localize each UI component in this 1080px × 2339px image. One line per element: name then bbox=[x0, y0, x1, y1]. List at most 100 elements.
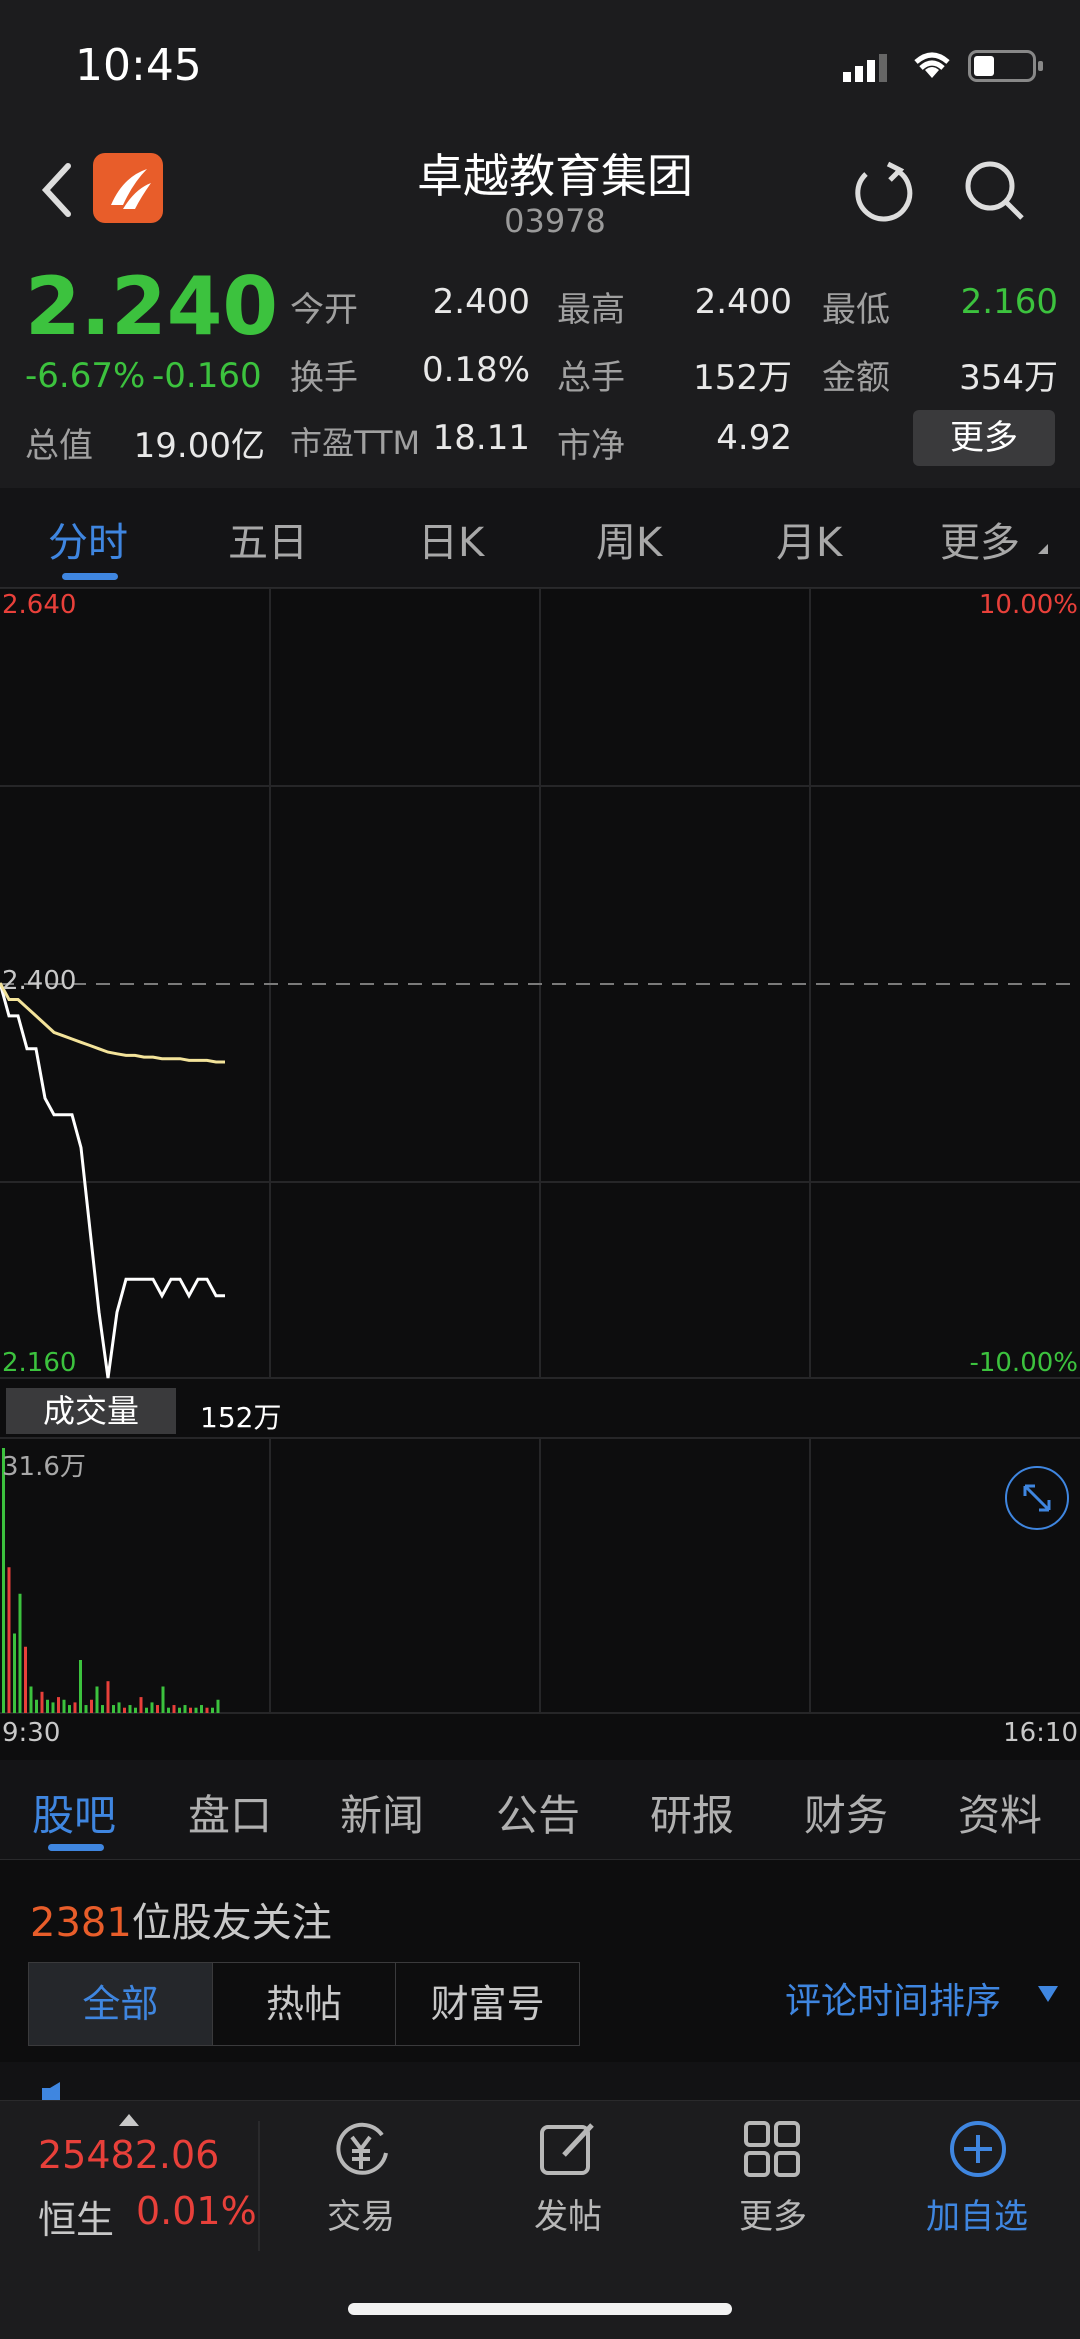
high-label: 最高 bbox=[557, 290, 625, 330]
tab-daily-k[interactable]: 日K bbox=[418, 510, 484, 568]
tab-announcements[interactable]: 公告 bbox=[496, 1782, 580, 1843]
volume-bar bbox=[205, 1707, 209, 1713]
volume-bar bbox=[161, 1686, 165, 1713]
volume-bar bbox=[211, 1707, 214, 1713]
y-tick-high: 2.640 bbox=[2, 590, 77, 620]
filter-tabs: 全部 热帖 财富号 bbox=[28, 1962, 580, 2046]
subtab-active-indicator bbox=[48, 1844, 104, 1851]
filter-hot[interactable]: 热帖 bbox=[213, 1963, 397, 2045]
index-up-arrow-icon bbox=[119, 2114, 139, 2126]
pb-value: 4.92 bbox=[716, 418, 792, 458]
trade-label[interactable]: 交易 bbox=[291, 2189, 431, 2238]
page-title: 卓越教育集团 bbox=[417, 149, 693, 203]
speaker-icon bbox=[42, 2082, 60, 2100]
pb-label: 市净 bbox=[557, 426, 625, 466]
add-watchlist-label[interactable]: 加自选 bbox=[907, 2189, 1047, 2238]
volume-bar bbox=[101, 1705, 104, 1713]
add-watchlist-icon[interactable] bbox=[948, 2119, 1008, 2179]
caret-down-icon bbox=[1038, 544, 1048, 554]
volume-bar bbox=[216, 1699, 220, 1713]
post-list-edge bbox=[0, 2062, 1080, 2102]
turnover-value: 0.18% bbox=[421, 350, 530, 390]
tab-finance[interactable]: 财务 bbox=[804, 1782, 888, 1843]
filter-all[interactable]: 全部 bbox=[29, 1963, 213, 2045]
amount-label: 金额 bbox=[822, 358, 890, 398]
volume-total: 152万 bbox=[200, 1401, 282, 1434]
followers-line: 2381位股友关注 bbox=[30, 1890, 332, 1948]
content-tabs: 股吧 盘口 新闻 公告 研报 财务 资料 bbox=[0, 1760, 1080, 1860]
volume-bar bbox=[18, 1593, 22, 1713]
y-tick-right-high: 10.00% bbox=[978, 590, 1078, 620]
volume-bar bbox=[2, 1448, 5, 1713]
tab-monthly-k[interactable]: 月K bbox=[776, 510, 842, 568]
open-label: 今开 bbox=[290, 290, 358, 330]
volume-bar bbox=[106, 1681, 110, 1713]
volume-bar bbox=[178, 1707, 181, 1713]
index-change[interactable]: 0.01% bbox=[136, 2189, 257, 2233]
volume-bar bbox=[189, 1707, 192, 1713]
expand-icon[interactable] bbox=[1005, 1466, 1069, 1530]
tab-five-day[interactable]: 五日 bbox=[228, 510, 308, 568]
y-tick-right-low: -10.00% bbox=[969, 1348, 1078, 1378]
app-logo-icon bbox=[93, 153, 163, 223]
tab-news[interactable]: 新闻 bbox=[340, 1782, 424, 1843]
market-cap-value: 19.00亿 bbox=[133, 426, 265, 466]
tab-forum[interactable]: 股吧 bbox=[32, 1782, 116, 1843]
post-label[interactable]: 发帖 bbox=[498, 2189, 638, 2238]
home-indicator bbox=[348, 2303, 732, 2315]
volume-tab[interactable]: 成交量 bbox=[6, 1388, 176, 1434]
price-line bbox=[0, 982, 225, 1379]
change-abs: -0.160 bbox=[152, 356, 262, 396]
volume-bar bbox=[35, 1699, 38, 1713]
compose-icon[interactable] bbox=[538, 2119, 598, 2179]
change-pct: -6.67% bbox=[25, 356, 146, 396]
tab-intraday[interactable]: 分时 bbox=[48, 510, 128, 568]
quote-panel: 2.240 -6.67% -0.160 今开 2.400 最高 2.400 最低… bbox=[0, 260, 1080, 488]
trade-icon[interactable] bbox=[328, 2119, 394, 2179]
y-tick-low: 2.160 bbox=[2, 1348, 77, 1378]
tab-active-indicator bbox=[62, 573, 118, 580]
tab-research[interactable]: 研报 bbox=[650, 1782, 734, 1843]
volume-bar bbox=[183, 1705, 187, 1713]
volume-bar bbox=[68, 1705, 71, 1713]
signal-icon bbox=[843, 54, 887, 82]
filter-fortune[interactable]: 财富号 bbox=[396, 1963, 579, 2045]
chart-tabs: 分时 五日 日K 周K 月K 更多 bbox=[0, 488, 1080, 588]
volume-bar bbox=[79, 1660, 82, 1713]
stock-code: 03978 bbox=[504, 202, 606, 240]
followers-text: 位股友关注 bbox=[131, 1900, 332, 1946]
volume-bar bbox=[40, 1691, 44, 1713]
low-label: 最低 bbox=[822, 290, 890, 330]
x-end-label: 16:10 bbox=[1003, 1718, 1078, 1748]
wifi-icon bbox=[914, 52, 950, 78]
tab-order-book[interactable]: 盘口 bbox=[188, 1782, 272, 1843]
volume-bar bbox=[145, 1707, 148, 1713]
volume-bar bbox=[62, 1699, 66, 1713]
x-start-label: 9:30 bbox=[2, 1718, 61, 1748]
tab-more[interactable]: 更多 bbox=[940, 510, 1020, 568]
volume-bar bbox=[51, 1702, 55, 1713]
nav-bar: 卓越教育集团 03978 bbox=[0, 130, 1080, 260]
pe-label: 市盈TTM bbox=[290, 424, 421, 462]
volume-bar bbox=[112, 1705, 115, 1713]
volume-grid bbox=[0, 1437, 1080, 1714]
more-quote-button[interactable]: 更多 bbox=[913, 410, 1055, 466]
volume-bar bbox=[84, 1705, 88, 1713]
back-icon[interactable] bbox=[38, 160, 78, 220]
index-value[interactable]: 25482.06 bbox=[38, 2133, 219, 2177]
grid-more-icon[interactable] bbox=[742, 2119, 802, 2179]
sort-caret-icon bbox=[1038, 1986, 1058, 2002]
more-label[interactable]: 更多 bbox=[703, 2189, 843, 2238]
tab-weekly-k[interactable]: 周K bbox=[596, 510, 662, 568]
intraday-chart[interactable]: 2.640 2.400 2.160 10.00% -10.00% 成交量 152… bbox=[0, 587, 1080, 1758]
refresh-icon[interactable] bbox=[852, 158, 916, 222]
volume-label: 总手 bbox=[557, 358, 625, 398]
search-icon[interactable] bbox=[962, 158, 1026, 222]
volume-bar bbox=[24, 1646, 27, 1713]
market-cap-label: 总值 bbox=[25, 426, 93, 466]
current-price: 2.240 bbox=[25, 260, 279, 353]
sort-dropdown[interactable]: 评论时间排序 bbox=[785, 1972, 1001, 2024]
volume-bar bbox=[167, 1707, 170, 1713]
index-name[interactable]: 恒生 bbox=[38, 2189, 114, 2244]
tab-profile[interactable]: 资料 bbox=[958, 1782, 1042, 1843]
